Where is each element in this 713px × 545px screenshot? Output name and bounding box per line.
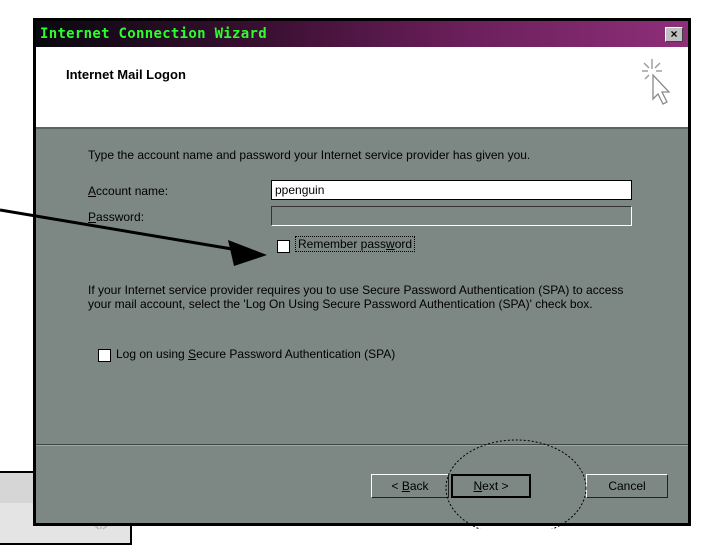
next-button-highlight-circle xyxy=(445,439,587,529)
annotation-overlay xyxy=(0,208,587,529)
pointer-arrow xyxy=(0,208,267,266)
